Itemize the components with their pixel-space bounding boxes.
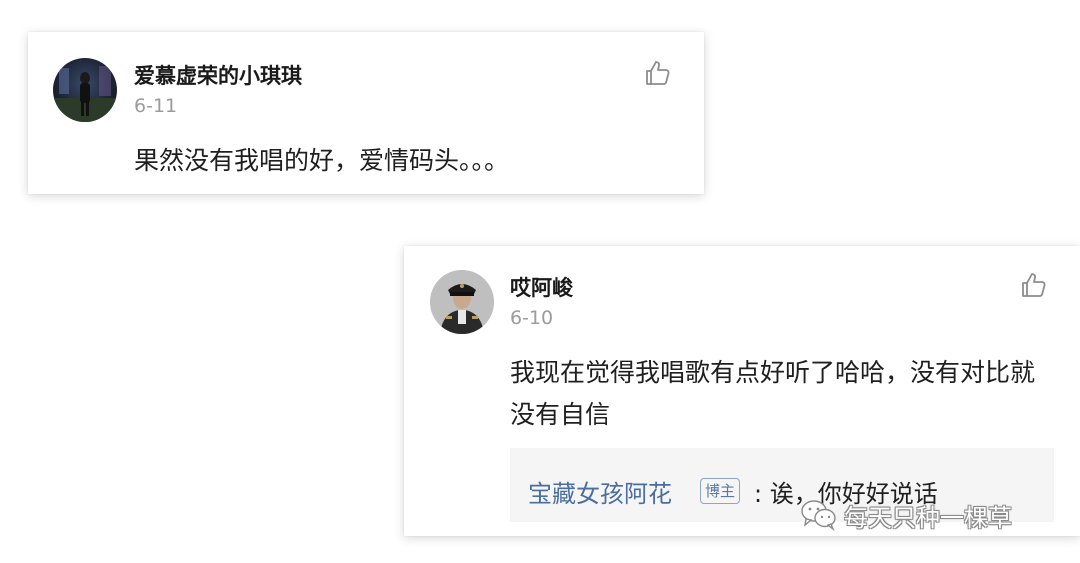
- username[interactable]: 爱慕虚荣的小琪琪: [134, 60, 302, 90]
- comment-text: 果然没有我唱的好，爱情码头。。。: [134, 146, 510, 175]
- thumbs-up-icon[interactable]: [642, 58, 672, 88]
- thumbs-up-icon[interactable]: [1018, 270, 1048, 300]
- comment-screenshot: 爱慕虚荣的小琪琪 6-11 果然没有我唱的好，爱情码头。。。 哎阿峻 6-10 …: [0, 0, 1080, 563]
- comment-card: 哎阿峻 6-10 我现在觉得我唱歌有点好听了哈哈，没有对比就没有自信 宝藏女孩阿…: [404, 246, 1080, 536]
- watermark-text: 每天只种一棵草: [844, 503, 1012, 532]
- wechat-icon: [801, 500, 836, 531]
- comment-card: 爱慕虚荣的小琪琪 6-11 果然没有我唱的好，爱情码头。。。: [28, 32, 704, 194]
- comment-date: 6-10: [510, 307, 554, 329]
- avatar[interactable]: [53, 58, 117, 122]
- author-badge: 博主: [700, 478, 741, 504]
- watermark: 每天只种一棵草: [800, 496, 1012, 534]
- comment-date: 6-11: [134, 95, 178, 117]
- comment-text: 我现在觉得我唱歌有点好听了哈哈，没有对比就没有自信: [510, 358, 1036, 429]
- username[interactable]: 哎阿峻: [510, 272, 573, 302]
- avatar[interactable]: [430, 270, 494, 334]
- reply-author-name[interactable]: 宝藏女孩阿花: [528, 474, 672, 509]
